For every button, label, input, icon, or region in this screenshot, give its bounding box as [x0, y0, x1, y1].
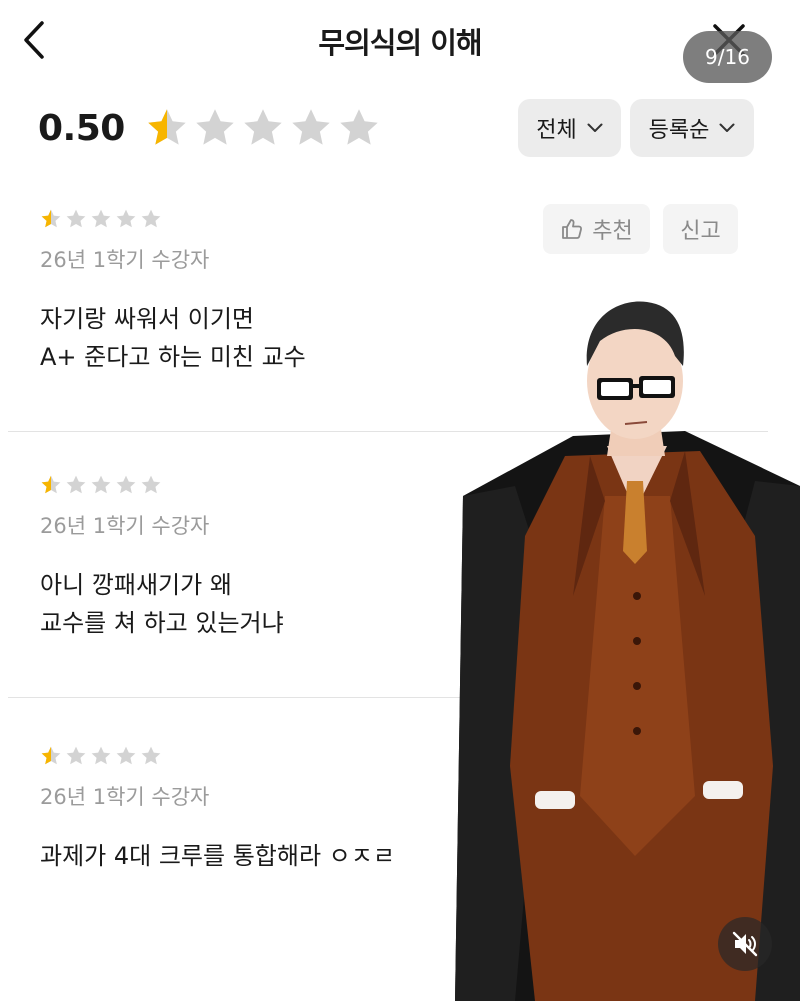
review-text: 아니 깡패새기가 왜 교수를 쳐 하고 있는거냐 — [40, 566, 284, 642]
chevron-down-icon — [719, 123, 735, 132]
star-half-icon — [41, 746, 61, 765]
report-button[interactable]: 신고 — [663, 204, 738, 254]
star-empty-icon — [66, 475, 86, 494]
review-text-line: 아니 깡패새기가 왜 — [40, 571, 232, 599]
review-meta: 26년 1학기 수강자 — [40, 785, 210, 809]
review-stars — [40, 745, 162, 767]
chevron-down-icon — [587, 123, 603, 132]
star-empty-icon — [116, 209, 136, 228]
filter-all-label: 전체 — [536, 118, 577, 143]
star-half-icon — [41, 209, 61, 228]
speaker-muted-icon — [732, 931, 758, 957]
review-text-line: 자기랑 싸워서 이기면 — [40, 305, 254, 333]
star-half-icon — [148, 109, 186, 145]
filter-all-dropdown[interactable]: 전체 — [518, 99, 621, 157]
report-label: 신고 — [680, 219, 721, 244]
star-empty-icon — [91, 475, 111, 494]
rating-value: 0.50 — [38, 107, 125, 149]
star-empty-icon — [292, 109, 330, 145]
star-empty-icon — [196, 109, 234, 145]
review-meta: 26년 1학기 수강자 — [40, 248, 210, 272]
thumbs-up-icon — [562, 219, 583, 239]
sort-order-label: 등록순 — [648, 118, 710, 143]
star-empty-icon — [141, 746, 161, 765]
rating-summary: 0.50 — [38, 96, 381, 160]
page-indicator: 9/16 — [683, 31, 772, 83]
rating-stars — [145, 106, 381, 150]
recommend-button[interactable]: 추천 — [543, 204, 650, 254]
star-empty-icon — [91, 746, 111, 765]
star-empty-icon — [340, 109, 378, 145]
review-text-line: 과제가 4대 크루를 통합해라 ㅇㅈㄹ — [40, 842, 395, 870]
star-empty-icon — [66, 746, 86, 765]
star-empty-icon — [141, 475, 161, 494]
star-empty-icon — [116, 475, 136, 494]
review-text-line: A+ 준다고 하는 미친 교수 — [40, 343, 306, 371]
star-empty-icon — [116, 746, 136, 765]
star-empty-icon — [91, 209, 111, 228]
star-half-icon — [41, 475, 61, 494]
star-empty-icon — [141, 209, 161, 228]
review-text: 과제가 4대 크루를 통합해라 ㅇㅈㄹ — [40, 837, 395, 875]
mute-button[interactable] — [718, 917, 772, 971]
review-stars — [40, 474, 162, 496]
review-meta: 26년 1학기 수강자 — [40, 514, 210, 538]
review-text: 자기랑 싸워서 이기면 A+ 준다고 하는 미친 교수 — [40, 300, 306, 376]
star-empty-icon — [244, 109, 282, 145]
sort-order-dropdown[interactable]: 등록순 — [630, 99, 754, 157]
star-empty-icon — [66, 209, 86, 228]
page-title: 무의식의 이해 — [318, 26, 482, 60]
review-stars — [40, 208, 162, 230]
character-illustration — [455, 301, 800, 1001]
header-bar: 무의식의 이해 9/16 — [0, 0, 800, 84]
review-text-line: 교수를 쳐 하고 있는거냐 — [40, 609, 284, 637]
recommend-label: 추천 — [592, 219, 633, 244]
